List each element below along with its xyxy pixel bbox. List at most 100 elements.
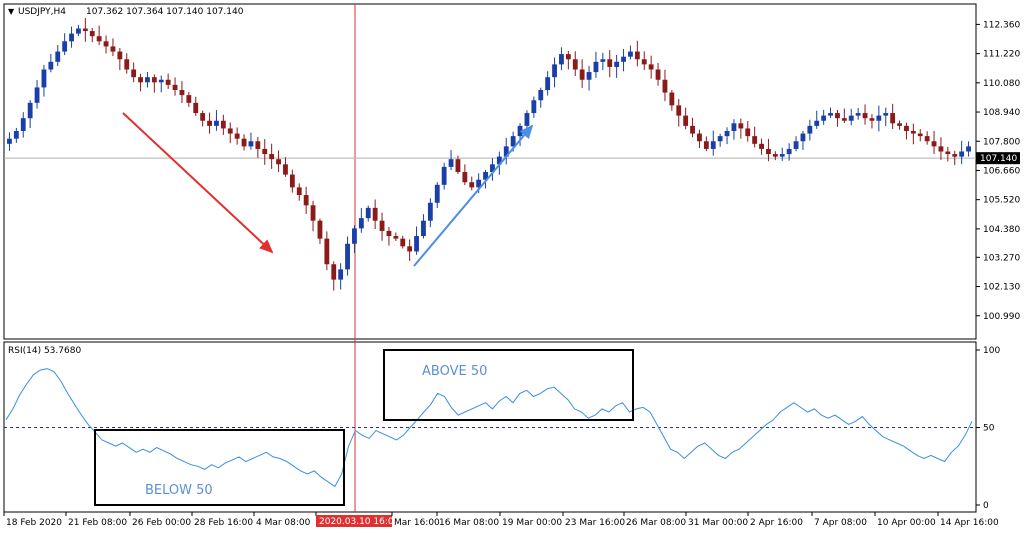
time-tick-label: 26 Mar 08:00 — [626, 518, 686, 528]
downtrend-arrow[interactable] — [122, 112, 274, 254]
candle-body — [193, 102, 199, 114]
candle-body — [904, 125, 909, 131]
candle-body — [690, 125, 695, 134]
time-tick-label: 18 Feb 2020 — [6, 518, 62, 528]
candle-body — [676, 105, 682, 116]
candle-body — [200, 113, 206, 121]
time-axis: 18 Feb 2020 21 Feb 08:00 26 Feb 00:00 28 Fe… — [3, 512, 999, 528]
candle-body — [752, 136, 758, 144]
time-tick-label: 10 Apr 00:00 — [877, 518, 936, 528]
candle-body — [338, 269, 344, 280]
candle-body — [641, 59, 647, 65]
candle-body — [855, 113, 861, 116]
candle-body — [317, 220, 323, 239]
candle-body — [814, 120, 820, 126]
candle-body — [255, 141, 261, 149]
current-price-tag: 107.140 — [976, 152, 1020, 165]
rsi-axis: 100 50 0 — [976, 346, 1000, 511]
above-50-label: ABOVE 50 — [422, 364, 487, 379]
candle-body — [207, 120, 212, 126]
candle-body — [103, 41, 109, 47]
candle-body — [538, 90, 544, 101]
candle-body — [910, 131, 916, 134]
symbol-header: USDJPY,H4 — [18, 7, 66, 17]
candle-body — [669, 92, 675, 106]
rsi-tick-label: 0 — [983, 501, 989, 511]
price-panel-frame — [3, 3, 977, 340]
time-tick-label: 31 Mar 00:00 — [688, 518, 748, 528]
candle-body — [848, 115, 854, 121]
candle-body — [303, 195, 309, 206]
candle-body — [614, 61, 620, 67]
price-tick-label: 110.080 — [983, 79, 1020, 89]
rsi-header: RSI(14) 53.7680 — [8, 346, 81, 356]
candle-body — [179, 90, 185, 96]
candle-body — [876, 115, 882, 121]
chevron-down-icon[interactable]: ▼ — [8, 7, 15, 16]
candle-body — [621, 56, 626, 62]
time-tick-label: 7 Apr 08:00 — [814, 518, 867, 528]
candle-body — [869, 118, 875, 121]
candle-body — [324, 238, 330, 265]
candle-body — [172, 84, 178, 90]
time-tick-label: 16 Mar 08:00 — [439, 518, 499, 528]
price-tick-label: 102.130 — [983, 283, 1020, 293]
candle-body — [821, 115, 827, 121]
candle-body — [524, 113, 530, 126]
candle-body — [427, 202, 433, 221]
candle-body — [586, 72, 592, 80]
time-tick-label: 19 Mar 00:00 — [502, 518, 562, 528]
candle-body — [262, 148, 268, 155]
candle-body — [441, 166, 447, 185]
candle-body — [55, 51, 61, 62]
price-tick-label: 112.360 — [983, 20, 1020, 30]
candle-body — [296, 187, 302, 196]
candle-body — [186, 95, 192, 103]
uptrend-arrow[interactable] — [413, 124, 534, 267]
above-50-box[interactable] — [383, 349, 634, 421]
candle-body — [572, 59, 578, 70]
candle-body — [559, 54, 564, 65]
candle-body — [579, 69, 585, 80]
candle-body — [738, 123, 744, 129]
candle-body — [697, 133, 702, 142]
candle-body — [593, 61, 599, 73]
price-tick-label: 106.660 — [983, 166, 1020, 176]
candle-body — [331, 264, 337, 280]
candle-body — [34, 87, 40, 103]
below-50-label: BELOW 50 — [145, 483, 213, 498]
candle-body — [400, 238, 406, 247]
candle-body — [883, 113, 889, 116]
candle-body — [607, 59, 613, 67]
candle-body — [662, 79, 668, 93]
candle-body — [828, 113, 833, 116]
candle-body — [269, 154, 275, 160]
candle-body — [310, 205, 316, 221]
candle-body — [793, 141, 799, 149]
candle-body — [62, 41, 68, 52]
ohlc-header: 107.362 107.364 107.140 107.140 — [86, 7, 244, 17]
candle-body — [27, 102, 33, 119]
candle-body — [345, 243, 350, 270]
candle-body — [393, 236, 399, 239]
candle-body — [634, 51, 640, 60]
candle-body — [890, 113, 896, 124]
candle-body — [283, 164, 288, 175]
candle-body — [517, 125, 523, 137]
candle-body — [745, 128, 751, 137]
time-tick-label: Mar 16:00 — [394, 518, 440, 528]
price-tick-label: 104.380 — [983, 225, 1020, 235]
candle-body — [131, 69, 137, 78]
crosshair-time-label: 2020.03.10 16:00 — [319, 517, 400, 527]
candle-body — [600, 59, 606, 62]
candle-body — [89, 31, 95, 37]
chart-canvas[interactable]: 112.360 111.220 110.080 108.940 107.800 106.6… — [0, 0, 1024, 533]
candle-body — [407, 246, 413, 252]
candle-body — [414, 236, 419, 252]
candle-body — [952, 154, 958, 157]
candle-body — [938, 146, 944, 152]
time-tick-label: 23 Mar 16:00 — [565, 518, 625, 528]
rsi-tick-label: 100 — [983, 346, 1000, 356]
price-tick-label: 105.520 — [983, 196, 1020, 206]
candle-body — [779, 154, 785, 157]
